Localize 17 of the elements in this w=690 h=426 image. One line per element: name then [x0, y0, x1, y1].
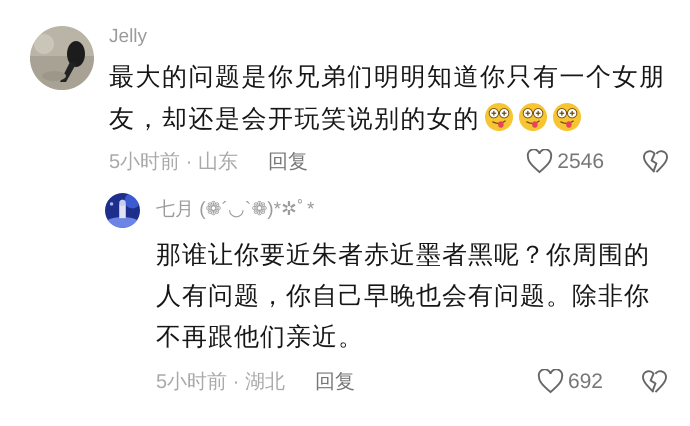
user-name[interactable]: Jelly — [109, 26, 671, 48]
drooling-face-icon — [552, 102, 582, 132]
user-name[interactable]: 七月 (❁´◡`❁)*✲ﾟ* — [156, 199, 668, 221]
drooling-face-icon — [484, 102, 514, 132]
comment-time: 5小时前 · 山东 — [109, 150, 238, 175]
like-button[interactable]: 692 — [536, 369, 603, 394]
like-button[interactable]: 2546 — [526, 149, 604, 174]
dislike-button[interactable] — [642, 149, 669, 174]
reply-button[interactable]: 回复 — [314, 368, 355, 395]
heart-icon[interactable] — [536, 369, 564, 394]
reply-button[interactable]: 回复 — [268, 148, 308, 175]
comment-text: 那谁让你要近朱者赤近墨者黑呢？你周围的人有问题，你自己早晚也会有问题。除非你不再跟他们亲近。 — [156, 240, 651, 353]
comment-time: 5小时前 · 湖北 — [156, 370, 285, 395]
comment-text: 最大的问题是你兄弟们明明知道你只有一个女朋友，却还是会开玩笑说别的女的 — [109, 62, 666, 135]
drooling-face-icon — [518, 102, 548, 132]
dislike-button[interactable] — [641, 369, 668, 394]
heart-icon[interactable] — [526, 149, 554, 174]
